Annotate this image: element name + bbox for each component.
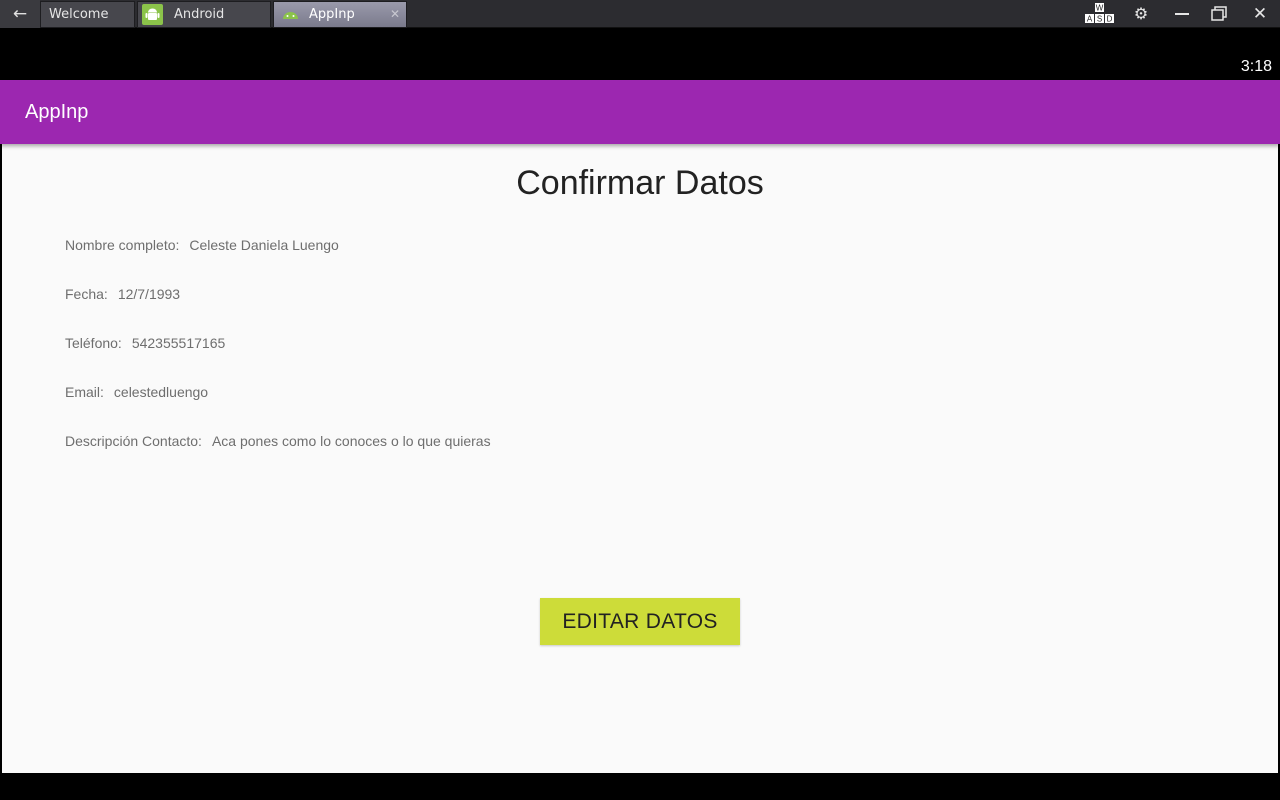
close-icon[interactable]: ✕ (1246, 0, 1274, 28)
confirm-data-screen: Confirmar Datos Nombre completo: Celeste … (2, 144, 1278, 773)
keyboard-mapping-icon[interactable]: W A S D (1082, 0, 1118, 28)
field-value: 542355517165 (131, 335, 226, 351)
field-label: Fecha: (65, 286, 108, 302)
app-title: AppInp (25, 101, 89, 123)
android-icon (142, 4, 163, 25)
tab-close-icon[interactable]: ✕ (390, 2, 400, 27)
status-bar: 3:18 (0, 28, 1280, 80)
svg-text:S: S (1097, 15, 1102, 24)
tab-appinp[interactable]: AppInp ✕ (273, 1, 407, 28)
minimize-icon[interactable] (1168, 0, 1196, 28)
tab-android[interactable]: Android (137, 1, 271, 28)
field-label: Nombre completo: (65, 237, 180, 253)
emulator-tab-bar: ← Welcome Android AppInp ✕ W A S D ⚙ ✕ (0, 0, 1280, 28)
android-app-icon (280, 4, 301, 25)
field-date: Fecha: 12/7/1993 (65, 286, 180, 302)
bottom-bar (0, 773, 1280, 800)
field-phone: Teléfono: 542355517165 (65, 335, 225, 351)
gear-icon[interactable]: ⚙ (1128, 0, 1154, 28)
tab-label: Android (174, 7, 225, 22)
status-clock: 3:18 (1240, 58, 1272, 75)
field-value: Aca pones como lo conoces o lo que quier… (211, 433, 491, 449)
page-title: Confirmar Datos (516, 164, 764, 202)
tab-welcome[interactable]: Welcome (40, 1, 135, 28)
tab-label: Welcome (49, 7, 109, 22)
tab-label: AppInp (309, 7, 355, 22)
field-value: celestedluengo (113, 384, 209, 400)
field-email: Email: celestedluengo (65, 384, 208, 400)
field-label: Descripción Contacto: (65, 433, 202, 449)
field-value: Celeste Daniela Luengo (189, 237, 339, 253)
field-label: Teléfono: (65, 335, 122, 351)
restore-icon[interactable] (1206, 0, 1234, 28)
svg-text:D: D (1107, 15, 1113, 24)
field-full-name: Nombre completo: Celeste Daniela Luengo (65, 237, 339, 253)
field-value: 12/7/1993 (117, 286, 181, 302)
app-toolbar: AppInp (0, 80, 1280, 144)
svg-text:W: W (1096, 4, 1104, 13)
field-contact-description: Descripción Contacto: Aca pones como lo c… (65, 433, 491, 449)
edit-data-button[interactable]: EDITAR DATOS (540, 598, 740, 645)
svg-text:A: A (1087, 15, 1093, 24)
back-arrow-icon[interactable]: ← (0, 0, 40, 28)
field-label: Email: (65, 384, 104, 400)
